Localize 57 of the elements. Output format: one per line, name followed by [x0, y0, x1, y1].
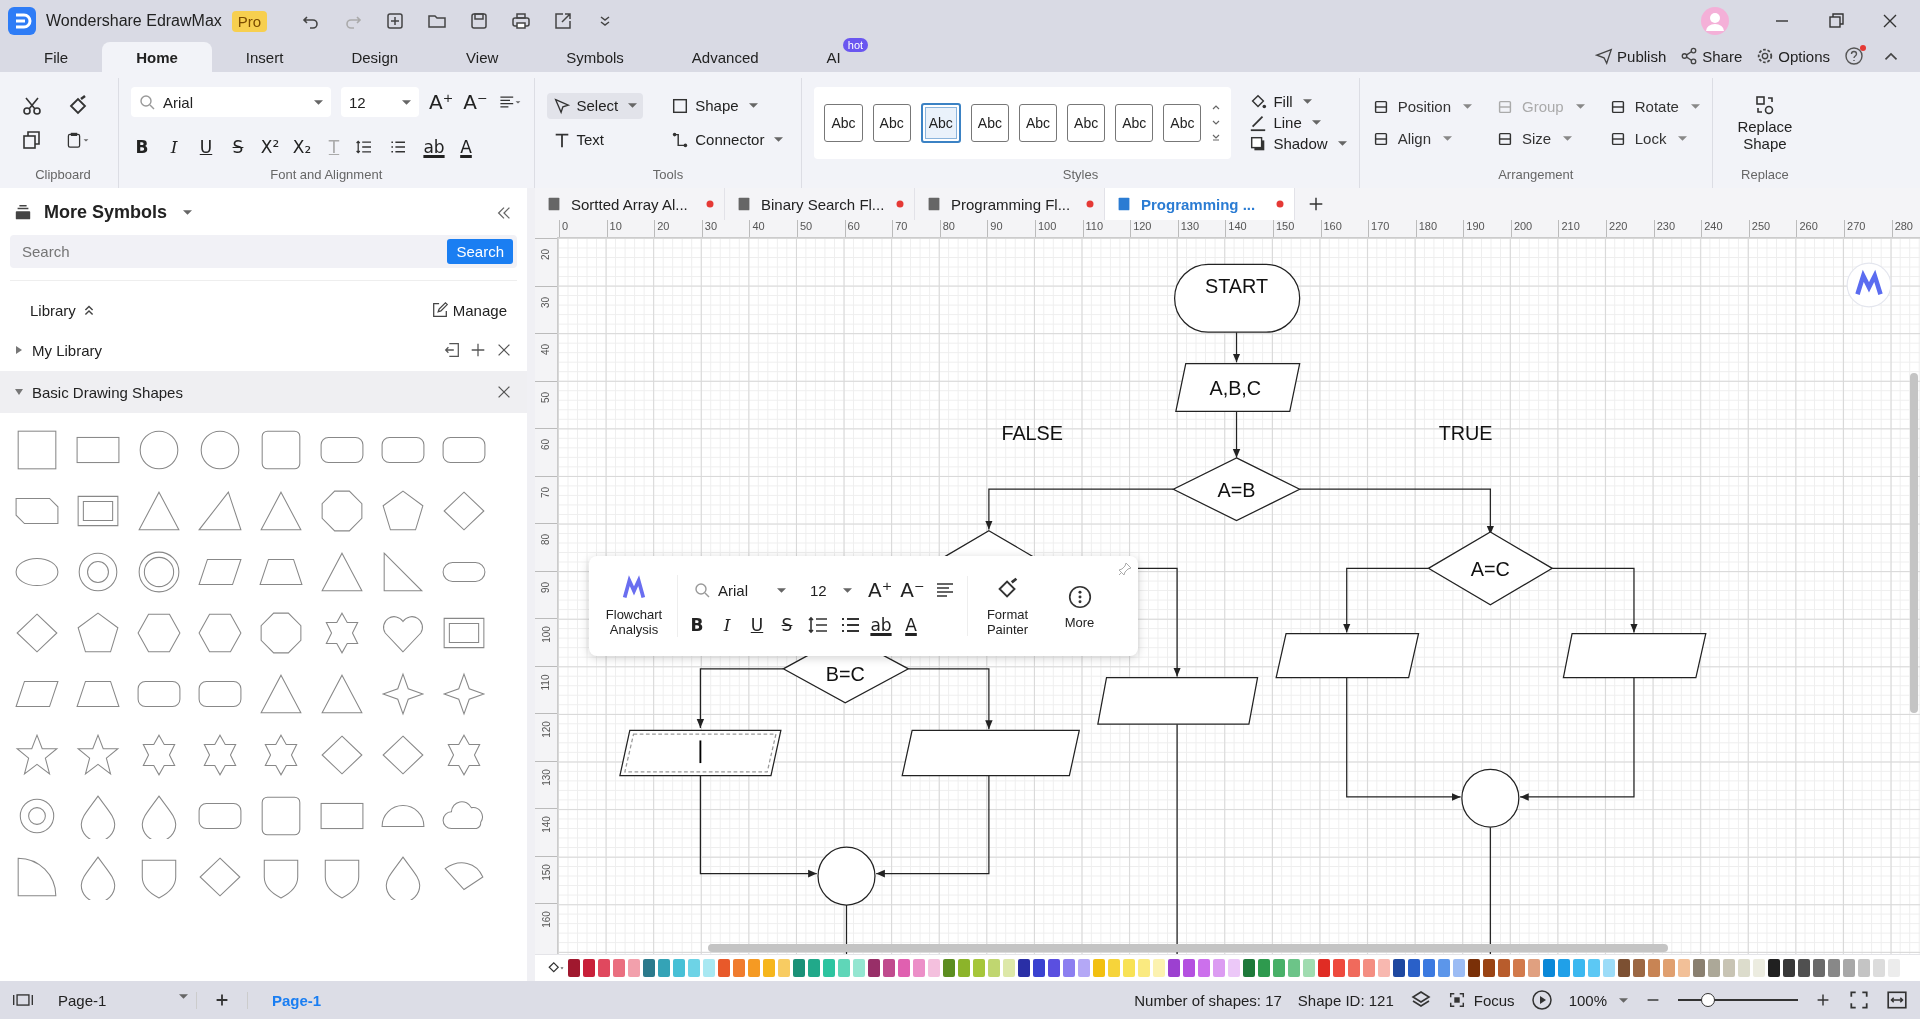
ruler-label: 10 [606, 220, 655, 237]
ruler-label: 200 [1510, 220, 1559, 237]
ruler-label: 40 [540, 343, 552, 356]
ruler-label: 0 [559, 220, 607, 237]
group-label: Font and Alignment [269, 167, 384, 184]
ruler-label: 230 [1653, 220, 1702, 237]
ruler-label: 120 [540, 721, 552, 738]
ruler-label: 180 [1415, 220, 1464, 237]
ruler-label: 140 [1225, 220, 1273, 237]
ruler-label: 80 [540, 533, 552, 546]
ruler-label: 20 [540, 248, 552, 261]
ruler-label: 60 [540, 438, 552, 451]
ruler-label: 130 [1177, 220, 1226, 237]
ruler-label: 150 [1272, 220, 1321, 237]
group-label: Styles [1061, 167, 1100, 184]
ruler-label: 30 [701, 220, 750, 237]
ruler-label: 100 [540, 626, 552, 643]
branch-label: TRUE [1438, 422, 1493, 445]
ruler-label: 120 [1130, 220, 1178, 237]
ruler-label: 250 [1748, 220, 1797, 237]
app-title: Wondershare EdrawMax [46, 12, 222, 30]
ruler-label: 240 [1701, 220, 1749, 237]
ruler-label: 60 [844, 220, 893, 237]
branch-label: FALSE [1001, 422, 1064, 445]
ruler-label: 270 [1844, 220, 1892, 237]
ruler-label: 160 [540, 911, 552, 928]
ruler-label: 160 [1320, 220, 1369, 237]
ruler-label: 150 [540, 863, 552, 881]
ruler-label: 140 [540, 816, 552, 833]
ruler-label: 100 [1034, 220, 1083, 237]
ruler-label: 220 [1606, 220, 1654, 237]
ruler-label: 80 [939, 220, 988, 237]
ruler-label: 30 [540, 296, 552, 308]
ruler-label: 210 [1558, 220, 1607, 237]
shape-count: Number of shapes: 17 [1134, 991, 1282, 1009]
ruler-label: 190 [1463, 220, 1511, 237]
ruler-label: 70 [892, 220, 940, 237]
group-label: Clipboard [34, 167, 92, 184]
group-label: Arrangement [1497, 167, 1575, 184]
ruler-label: 110 [1082, 220, 1131, 237]
ruler-label: 170 [1368, 220, 1416, 237]
ruler-label: 90 [987, 220, 1035, 237]
ruler-label: 50 [796, 220, 845, 237]
ruler-label: 40 [749, 220, 797, 237]
hot-badge: hot [842, 38, 869, 52]
ruler-label: 90 [540, 581, 552, 593]
group-label: Tools [651, 167, 685, 184]
ruler-label: 130 [540, 768, 552, 786]
ruler-label: 110 [540, 674, 552, 690]
ruler-label: 280 [1891, 220, 1920, 237]
shape-id: Shape ID: 121 [1297, 991, 1394, 1009]
ruler-label: 20 [654, 220, 702, 237]
ruler-label: 260 [1796, 220, 1845, 237]
pro-badge: Pro [231, 10, 268, 32]
ruler-label: 50 [540, 391, 552, 403]
group-label: Replace [1740, 167, 1790, 184]
ruler-label: 70 [540, 486, 552, 498]
